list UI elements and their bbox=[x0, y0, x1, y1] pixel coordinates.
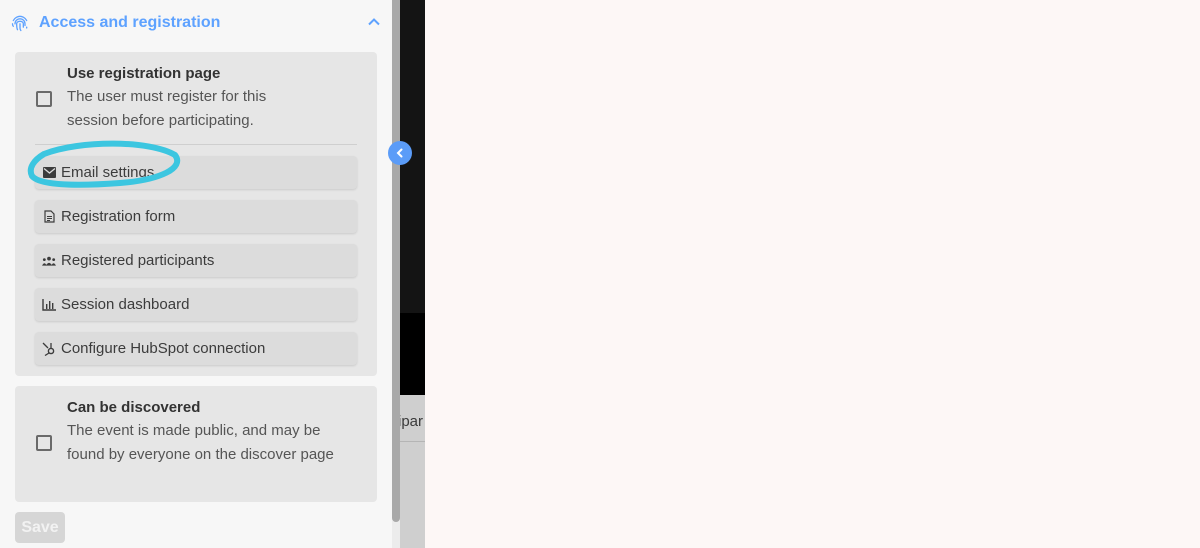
email-settings-button[interactable]: Email settings bbox=[35, 156, 357, 189]
divider bbox=[35, 144, 357, 145]
registration-form-button[interactable]: Registration form bbox=[35, 200, 357, 233]
section-header-access-registration[interactable]: Access and registration bbox=[10, 10, 384, 36]
video-panel: ipar bbox=[400, 0, 425, 548]
discover-card: Can be discovered The event is made publ… bbox=[15, 386, 377, 502]
collapse-sidebar-button[interactable] bbox=[388, 141, 412, 165]
use-registration-page-title: Use registration page bbox=[67, 65, 221, 82]
people-icon bbox=[42, 254, 56, 268]
configure-hubspot-button[interactable]: Configure HubSpot connection bbox=[35, 332, 357, 365]
email-icon bbox=[42, 166, 56, 180]
session-dashboard-button[interactable]: Session dashboard bbox=[35, 288, 357, 321]
session-dashboard-label: Session dashboard bbox=[61, 296, 190, 313]
document-icon bbox=[42, 210, 56, 224]
fingerprint-icon bbox=[10, 13, 30, 33]
email-settings-label: Email settings bbox=[61, 164, 155, 181]
use-registration-page-description: The user must register for this session … bbox=[67, 88, 267, 129]
scrollbar-thumb[interactable] bbox=[392, 0, 400, 522]
can-be-discovered-checkbox[interactable] bbox=[36, 435, 52, 451]
section-title: Access and registration bbox=[39, 14, 221, 31]
partial-tab-label[interactable]: ipar bbox=[400, 413, 423, 430]
can-be-discovered-title: Can be discovered bbox=[67, 399, 201, 416]
tab-divider bbox=[400, 441, 425, 442]
video-controls-area bbox=[400, 313, 425, 395]
chevron-up-icon[interactable] bbox=[366, 14, 382, 35]
registration-form-label: Registration form bbox=[61, 208, 176, 225]
bar-chart-icon bbox=[42, 298, 56, 312]
chevron-left-icon bbox=[394, 147, 406, 159]
settings-sidebar: Access and registration Use registration… bbox=[0, 0, 392, 548]
registered-participants-label: Registered participants bbox=[61, 252, 215, 269]
registration-card: Use registration page The user must regi… bbox=[15, 52, 377, 376]
use-registration-page-checkbox[interactable] bbox=[36, 91, 52, 107]
configure-hubspot-label: Configure HubSpot connection bbox=[61, 340, 266, 357]
save-button[interactable]: Save bbox=[15, 512, 65, 543]
can-be-discovered-description: The event is made public, and may be fou… bbox=[67, 422, 334, 463]
registered-participants-button[interactable]: Registered participants bbox=[35, 244, 357, 277]
hubspot-icon bbox=[42, 342, 56, 356]
